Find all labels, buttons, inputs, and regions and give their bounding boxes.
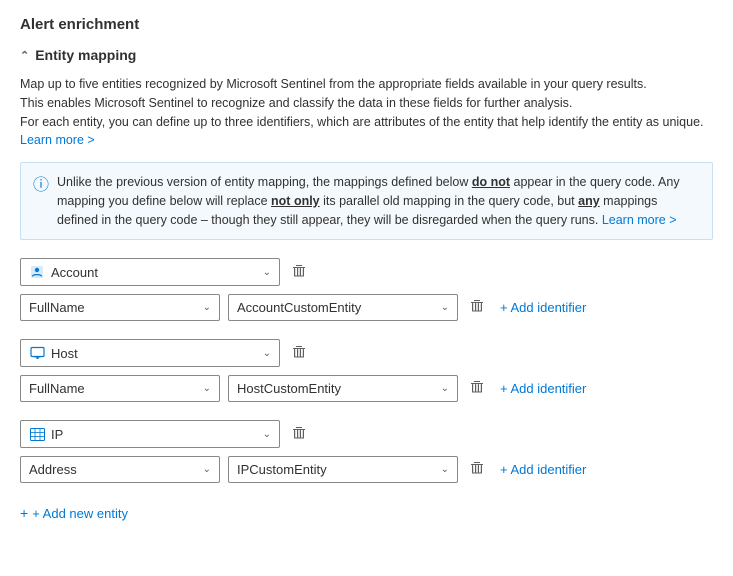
host-icon (29, 345, 45, 361)
ip-row-delete-icon[interactable] (466, 457, 488, 482)
account-value-label: AccountCustomEntity (237, 300, 361, 315)
entity-type-row-host: Host ⌄ (20, 339, 713, 367)
chevron-up-icon: ⌃ (20, 49, 29, 62)
add-identifier-ip-btn[interactable]: + Add identifier (496, 458, 590, 481)
identifier-row-ip: Address ⌄ IPCustomEntity ⌄ + Add identif… (20, 456, 713, 483)
host-field-label: FullName (29, 381, 85, 396)
add-identifier-host-btn[interactable]: + Add identifier (496, 377, 590, 400)
host-value-chevron: ⌄ (441, 383, 449, 394)
add-entity-plus-icon: + (20, 505, 28, 521)
host-field-chevron: ⌄ (203, 383, 211, 394)
host-value-label: HostCustomEntity (237, 381, 341, 396)
learn-more-link-2[interactable]: Learn more > (602, 213, 677, 227)
desc-line1: Map up to five entities recognized by Mi… (20, 77, 647, 91)
entity-mapping-section-header[interactable]: ⌃ Entity mapping (20, 47, 713, 63)
entity-type-select-account[interactable]: Account ⌄ (20, 258, 280, 286)
entity-type-row-ip: IP ⌄ (20, 420, 713, 448)
page-title: Alert enrichment (20, 16, 713, 33)
account-field-chevron: ⌄ (203, 302, 211, 313)
ip-type-label: IP (51, 427, 63, 442)
entity-type-row-account: Account ⌄ (20, 258, 713, 286)
ip-field-chevron: ⌄ (203, 464, 211, 475)
host-type-label: Host (51, 346, 78, 361)
section-label: Entity mapping (35, 47, 136, 63)
info-box: ⓘ Unlike the previous version of entity … (20, 162, 713, 240)
add-identifier-account-btn[interactable]: + Add identifier (496, 296, 590, 319)
entity-type-select-host[interactable]: Host ⌄ (20, 339, 280, 367)
info-text: Unlike the previous version of entity ma… (57, 173, 700, 229)
account-row-delete-icon[interactable] (466, 295, 488, 320)
identifier-value-host[interactable]: HostCustomEntity ⌄ (228, 375, 458, 402)
identifier-row-host: FullName ⌄ HostCustomEntity ⌄ + Add iden… (20, 375, 713, 402)
ip-value-chevron: ⌄ (441, 464, 449, 475)
desc-line2: This enables Microsoft Sentinel to recog… (20, 96, 572, 110)
identifier-value-ip[interactable]: IPCustomEntity ⌄ (228, 456, 458, 483)
host-row-delete-icon[interactable] (466, 376, 488, 401)
identifier-row-account: FullName ⌄ AccountCustomEntity ⌄ + Add i… (20, 294, 713, 321)
description-block: Map up to five entities recognized by Mi… (20, 75, 713, 150)
host-chevron-icon: ⌄ (263, 348, 271, 359)
add-entity-btn[interactable]: + + Add new entity (20, 501, 713, 525)
account-value-chevron: ⌄ (441, 302, 449, 313)
add-entity-label: + Add new entity (32, 506, 128, 521)
ip-delete-icon[interactable] (288, 422, 310, 447)
account-delete-icon[interactable] (288, 260, 310, 285)
ip-chevron-icon: ⌄ (263, 429, 271, 440)
ip-field-label: Address (29, 462, 77, 477)
entity-block-ip: IP ⌄ Address ⌄ IPCustomEntity ⌄ (20, 420, 713, 483)
desc-line3: For each entity, you can define up to th… (20, 115, 704, 129)
identifier-select-ip-field[interactable]: Address ⌄ (20, 456, 220, 483)
learn-more-link-1[interactable]: Learn more > (20, 133, 95, 147)
info-icon: ⓘ (33, 174, 49, 229)
ip-icon (29, 426, 45, 442)
identifier-select-account-field[interactable]: FullName ⌄ (20, 294, 220, 321)
host-delete-icon[interactable] (288, 341, 310, 366)
identifier-select-host-field[interactable]: FullName ⌄ (20, 375, 220, 402)
account-field-label: FullName (29, 300, 85, 315)
account-type-label: Account (51, 265, 98, 280)
identifier-value-account[interactable]: AccountCustomEntity ⌄ (228, 294, 458, 321)
entity-type-select-ip[interactable]: IP ⌄ (20, 420, 280, 448)
entity-block-account: Account ⌄ FullName ⌄ AccountCustomEntity… (20, 258, 713, 321)
account-icon (29, 264, 45, 280)
entity-block-host: Host ⌄ FullName ⌄ HostCustomEntity ⌄ (20, 339, 713, 402)
account-chevron-icon: ⌄ (263, 267, 271, 278)
ip-value-label: IPCustomEntity (237, 462, 327, 477)
